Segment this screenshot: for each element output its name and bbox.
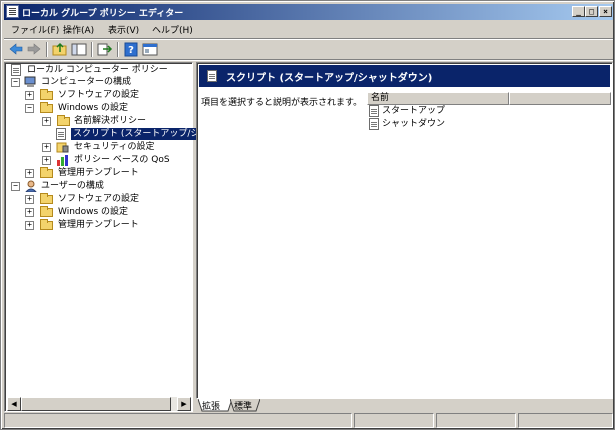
toolbar-separator — [117, 42, 119, 57]
script-icon — [369, 105, 379, 117]
policy-editor-icon — [6, 5, 19, 18]
menu-help[interactable]: ヘルプ(H) — [152, 23, 193, 36]
expand-icon[interactable]: + — [42, 117, 51, 126]
folder-icon — [40, 193, 53, 204]
folder-icon — [40, 206, 53, 217]
menu-divider — [4, 38, 613, 40]
export-list-icon[interactable] — [96, 41, 114, 58]
expand-icon[interactable]: + — [42, 156, 51, 165]
scrollbar-thumb[interactable] — [21, 397, 171, 411]
column-header-name[interactable]: 名前 — [367, 92, 509, 105]
title-bar[interactable]: ローカル グループ ポリシー エディター _ □ × — [4, 4, 613, 20]
properties-icon[interactable] — [141, 41, 159, 58]
status-cell — [518, 413, 613, 428]
folder-icon — [40, 219, 53, 230]
expand-icon[interactable]: + — [25, 195, 34, 204]
expand-icon[interactable]: + — [42, 143, 51, 152]
menu-action[interactable]: 操作(A) — [63, 23, 94, 36]
tree-label: ポリシー ベースの QoS — [74, 155, 170, 165]
forward-arrow-icon[interactable] — [25, 41, 43, 58]
script-icon — [56, 128, 66, 140]
policy-document-icon — [11, 64, 21, 76]
script-icon — [207, 70, 217, 82]
back-arrow-icon[interactable] — [7, 41, 25, 58]
tree-pane[interactable]: ローカル コンピューター ポリシー − コンピューターの構成 + ソフトウェアの… — [4, 62, 238, 412]
close-button[interactable]: × — [599, 6, 612, 17]
list-item-label: シャットダウン — [382, 119, 446, 129]
tree-label: セキュリティの設定 — [74, 142, 155, 152]
toolbar-separator — [91, 42, 93, 57]
details-header: スクリプト (スタートアップ/シャットダウン) — [199, 65, 610, 87]
user-icon — [24, 180, 38, 193]
expand-icon[interactable]: + — [25, 169, 34, 178]
main-window: ローカル グループ ポリシー エディター _ □ × ファイル(F) 操作(A)… — [0, 0, 615, 430]
menu-bar: ファイル(F) 操作(A) 表示(V) ヘルプ(H) — [4, 21, 613, 38]
folder-icon — [40, 102, 53, 113]
tree-label: Windows の設定 — [58, 207, 129, 217]
help-icon[interactable]: ? — [122, 41, 140, 58]
tab-label: 標準 — [234, 402, 253, 412]
window-title: ローカル グループ ポリシー エディター — [22, 9, 184, 19]
column-header-empty[interactable] — [509, 92, 611, 105]
svg-text:?: ? — [128, 45, 134, 56]
toolbar-divider — [4, 59, 613, 61]
tree-label: コンピューターの構成 — [41, 77, 132, 87]
show-hide-tree-icon[interactable] — [70, 41, 88, 58]
scroll-right-icon[interactable]: ▶ — [177, 397, 191, 411]
status-bar — [4, 413, 613, 428]
collapse-icon[interactable]: − — [25, 104, 34, 113]
tree-label: ユーザーの構成 — [41, 181, 104, 191]
expand-icon[interactable]: + — [25, 91, 34, 100]
script-icon — [369, 118, 379, 130]
tree-label: 名前解決ポリシー — [74, 116, 147, 126]
details-pane: スクリプト (スタートアップ/シャットダウン) 項目を選択すると説明が表示されま… — [196, 62, 613, 399]
menu-view[interactable]: 表示(V) — [108, 23, 139, 36]
up-folder-icon[interactable] — [51, 41, 69, 58]
scroll-left-icon[interactable]: ◀ — [7, 397, 21, 411]
description-text: 項目を選択すると説明が表示されます。 — [201, 98, 363, 108]
tree-label: Windows の設定 — [58, 103, 129, 113]
list-item-label: スタートアップ — [382, 106, 446, 116]
tree-label: ソフトウェアの設定 — [58, 90, 140, 100]
bar-chart-icon — [56, 154, 70, 166]
computer-icon — [24, 76, 38, 88]
tree-label: ローカル コンピューター ポリシー — [27, 65, 168, 75]
tab-standard[interactable]: 標準 — [230, 399, 260, 412]
expand-icon[interactable]: + — [25, 208, 34, 217]
tree-horizontal-scrollbar[interactable]: ◀ ▶ — [7, 397, 191, 411]
toolbar: ? — [4, 41, 613, 59]
tree-label: ソフトウェアの設定 — [58, 194, 140, 204]
folder-icon — [40, 167, 53, 178]
details-title: スクリプト (スタートアップ/シャットダウン) — [226, 73, 433, 84]
status-cell — [436, 413, 516, 428]
status-cell — [354, 413, 434, 428]
security-icon — [56, 141, 70, 153]
expand-icon[interactable]: + — [25, 221, 34, 230]
tree-label: 管理用テンプレート — [58, 220, 139, 230]
toolbar-separator — [46, 42, 48, 57]
minimize-button[interactable]: _ — [572, 6, 585, 17]
tab-label: 拡張 — [202, 402, 221, 412]
tab-extended[interactable]: 拡張 — [198, 399, 232, 412]
collapse-icon[interactable]: − — [11, 182, 20, 191]
menu-file[interactable]: ファイル(F) — [11, 23, 59, 36]
collapse-icon[interactable]: − — [11, 78, 20, 87]
folder-icon — [57, 115, 70, 126]
folder-icon — [40, 89, 53, 100]
tree-label: 管理用テンプレート — [58, 168, 139, 178]
status-cell — [4, 413, 352, 428]
maximize-button[interactable]: □ — [585, 6, 598, 17]
